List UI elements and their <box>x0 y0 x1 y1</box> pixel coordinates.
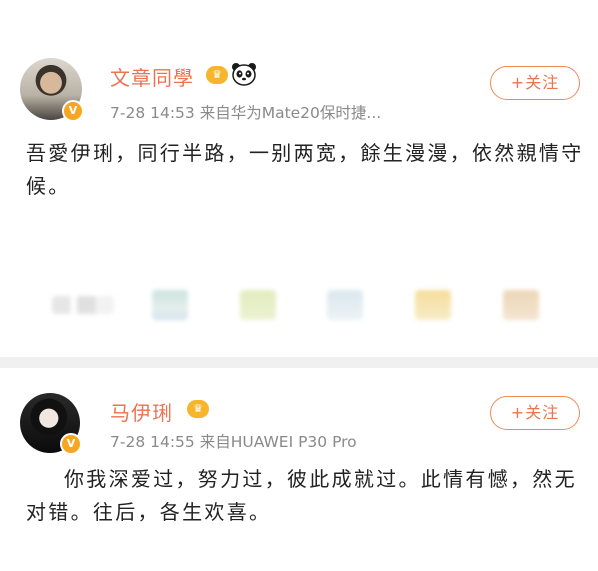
action-bar <box>0 280 598 330</box>
post-divider <box>0 357 598 368</box>
follow-button[interactable]: +关注 <box>490 66 580 100</box>
author-name[interactable]: 文章同學 <box>110 62 194 91</box>
author-name[interactable]: 马伊琍 <box>110 397 173 426</box>
more-icon[interactable] <box>503 290 539 320</box>
post-text: 你我深爱过，努力过，彼此成就过。此情有憾，然无对错。往后，各生欢喜。 <box>26 467 577 524</box>
avatar[interactable]: V <box>20 58 84 122</box>
panda-icon <box>232 63 256 86</box>
post-text: 吾愛伊琍，同行半路，一别两宽，餘生漫漫，依然親情守候。 <box>26 141 584 198</box>
like-icon[interactable] <box>240 290 276 320</box>
post-meta: 7-28 14:53 来自华为Mate20保时捷... <box>110 104 382 122</box>
weibo-post: V 文章同學 ♛ 7-28 14:53 来自华为Mate20保时捷... +关注… <box>0 0 598 357</box>
vip-crown-icon: ♛ <box>206 66 228 84</box>
verified-v-icon: V <box>62 100 84 122</box>
verified-v-icon: V <box>60 433 82 455</box>
star-icon[interactable] <box>415 290 451 320</box>
post-meta: 7-28 14:55 来自HUAWEI P30 Pro <box>110 433 357 451</box>
avatar[interactable]: V <box>20 393 82 455</box>
comment-icon[interactable] <box>152 290 188 320</box>
share-icon[interactable] <box>52 296 114 314</box>
follow-button[interactable]: +关注 <box>490 396 580 430</box>
gift-icon[interactable] <box>327 290 363 320</box>
vip-crown-icon: ♛ <box>187 400 209 418</box>
